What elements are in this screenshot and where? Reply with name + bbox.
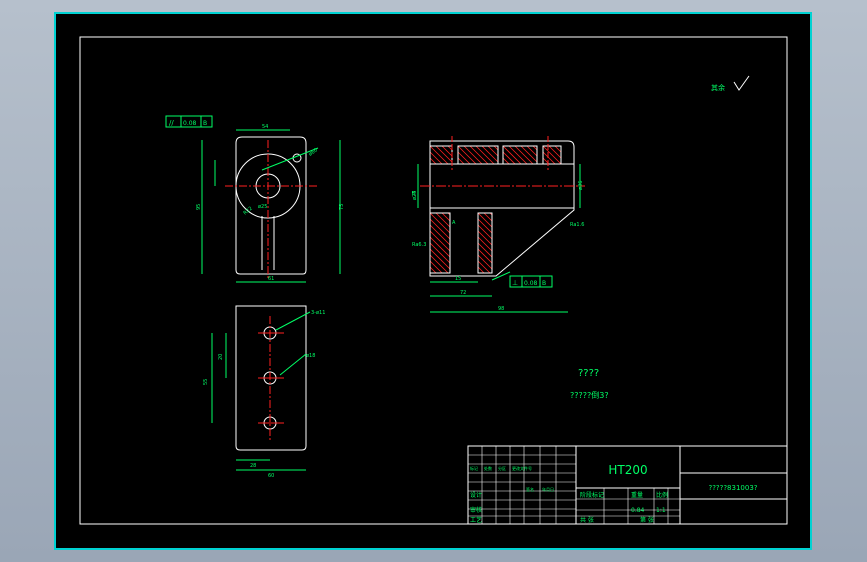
bottom-dim-label-2: 55 (203, 379, 209, 385)
drawing-sheet (54, 12, 812, 550)
perpendicularity-datum: B (542, 280, 546, 287)
section-dim-label-8: Ra6.3 (412, 242, 426, 248)
parallelism-symbol: // (169, 119, 174, 127)
section-dim-label-7: Ra1.6 (570, 222, 584, 228)
front-dim-label-6: 54 (262, 124, 268, 130)
perpendicularity-value: 0.08 (524, 280, 538, 287)
tb-row-label-1: 审核 (470, 506, 482, 514)
tech-requirements-title: ???? (578, 368, 599, 379)
front-dim-label-5: 61 (268, 276, 274, 282)
bottom-dim-label-4: 28 (250, 463, 256, 469)
tb-col-label-2: 分区 (498, 465, 506, 471)
roughness-note: 其余 (711, 83, 725, 92)
tb-weight-label: 重量 (631, 491, 643, 499)
tb-col-label-1: 处数 (484, 465, 492, 471)
parallelism-datum: B (203, 120, 207, 127)
front-dim-label-4: 75 (339, 204, 345, 210)
bottom-dim-label-0: 3-ø11 (311, 310, 325, 316)
tb-row-label-2: 工艺 (470, 516, 482, 524)
tb-scale-label: 比例 (656, 491, 668, 499)
tb-weight-value: 0.84 (631, 507, 645, 514)
tech-requirements-line: ?????倒3? (570, 390, 609, 400)
section-dim-label-6: A (452, 220, 456, 226)
material-label: HT200 (608, 463, 647, 477)
tb-sheet-total: 共 张 (580, 516, 594, 524)
parallelism-value: 0.08 (183, 120, 197, 127)
section-dim-label-0: ø36 (578, 181, 584, 190)
tb-row-label-0: 设计 (470, 491, 482, 499)
front-dim-label-0: ø25 (258, 204, 267, 210)
tb-col-label-4: 签名 (526, 486, 534, 492)
section-dim-label-4: 15 (455, 276, 461, 282)
tb-scale-value: 1:1 (656, 507, 666, 514)
cad-viewport[interactable]: 其余//0.08 Bø25 ø60 R22 95 75 61 54 ⊥ 0.08 Bø36 ø25 98… (0, 0, 867, 562)
bottom-dim-label-5: 60 (268, 473, 274, 479)
drawing-number: ?????831003? (708, 484, 757, 492)
tb-col-label-0: 标记 (470, 465, 478, 471)
front-dim-label-3: 95 (196, 204, 202, 210)
bottom-dim-label-1: ø18 (306, 353, 315, 359)
tb-stage-label: 阶段标记 (580, 491, 604, 499)
tb-col-label-5: 年月日 (542, 486, 554, 492)
section-dim-label-3: 72 (460, 290, 466, 296)
perpendicularity-symbol: ⊥ (512, 279, 518, 287)
section-dim-label-2: 98 (498, 306, 504, 312)
bottom-dim-label-3: 20 (218, 354, 224, 360)
tb-col-label-3: 更改文件号 (512, 465, 532, 471)
section-dim-label-5: B (412, 191, 416, 197)
tb-sheet-no: 第 张 (640, 516, 654, 524)
drawing-canvas[interactable]: 其余//0.08 Bø25ø60R2295 756154⊥ 0.08 Bø36ø2598… (0, 0, 867, 562)
